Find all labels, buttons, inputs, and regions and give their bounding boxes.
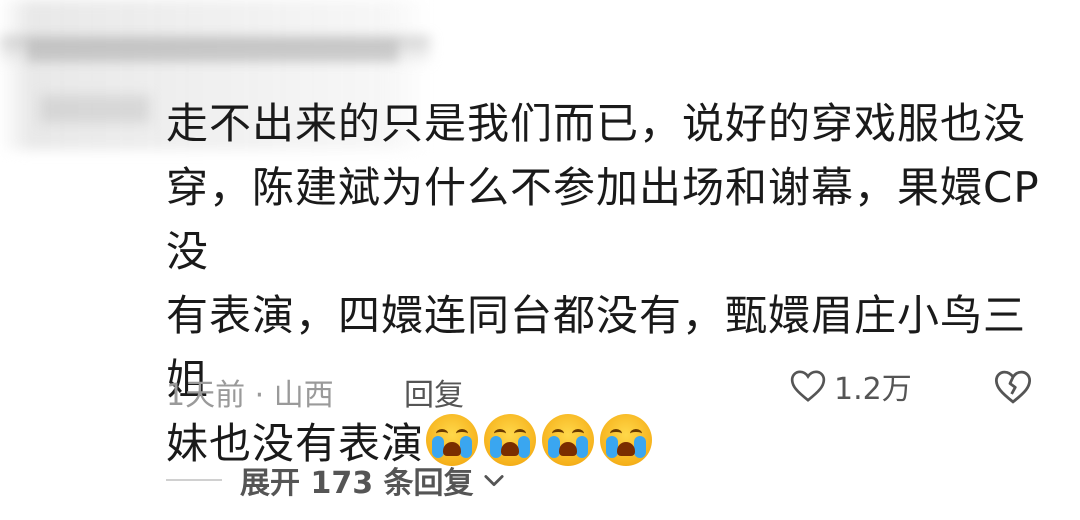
redacted-avatar <box>40 95 150 123</box>
time-location: 1天前 · 山西 <box>166 378 334 413</box>
redacted-username <box>28 40 398 62</box>
reply-button[interactable]: 回复 <box>404 370 464 414</box>
divider-line <box>166 479 222 481</box>
dislike-button[interactable] <box>992 366 1034 416</box>
chevron-down-icon <box>483 475 504 487</box>
expand-replies-button[interactable]: 展开 173 条回复 <box>166 458 508 502</box>
like-button[interactable]: 1.2万 <box>788 364 912 408</box>
comment-meta: 1天前 · 山西 回复 1.2万 <box>166 360 1046 420</box>
expand-replies-label: 展开 173 条回复 <box>240 466 474 501</box>
crying-face-icon <box>542 414 595 466</box>
like-count: 1.2万 <box>834 372 912 407</box>
comment-line: 走不出来的只是我们而已，说好的穿戏服也没 <box>166 99 1027 148</box>
crying-face-icon <box>600 414 653 466</box>
heart-icon <box>790 370 826 402</box>
comment-line: 穿，陈建斌为什么不参加出场和谢幕，果嬛CP没 <box>166 163 1040 276</box>
broken-heart-icon <box>994 370 1032 404</box>
